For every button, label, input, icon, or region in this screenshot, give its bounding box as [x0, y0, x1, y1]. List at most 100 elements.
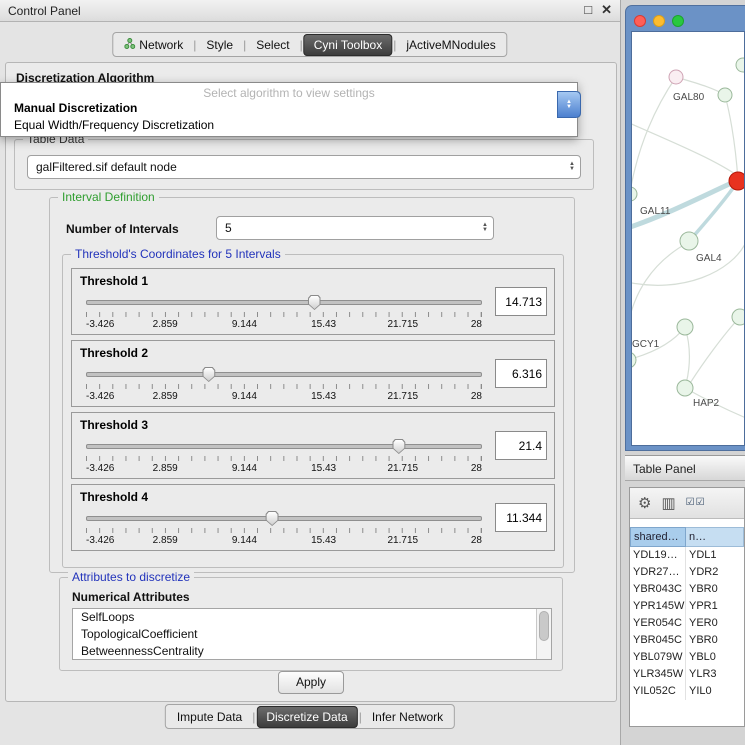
node[interactable] — [677, 319, 693, 335]
threshold-value-field[interactable]: 11.344 — [495, 503, 547, 532]
gear-icon[interactable]: ⚙ — [638, 496, 651, 511]
tab-select[interactable]: Select — [247, 35, 298, 55]
bottom-tab-bar: Impute Data|Discretize Data|Infer Networ… — [165, 704, 455, 729]
table-row[interactable]: YLR345WYLR3 — [630, 666, 744, 683]
node[interactable] — [632, 187, 637, 201]
number-of-intervals-combo[interactable]: 5 ▲ ▼ — [216, 216, 494, 240]
table-row[interactable]: YBR043CYBR0 — [630, 581, 744, 598]
attribute-item-selfloops[interactable]: SelfLoops — [73, 609, 551, 626]
scale-label: 21.715 — [388, 319, 419, 330]
zoom-traffic-icon[interactable] — [672, 15, 684, 27]
table-row[interactable]: YBR045CYBR0 — [630, 632, 744, 649]
cell-shared-name: YER054C — [630, 615, 686, 632]
node[interactable] — [732, 309, 745, 325]
top-tab-bar: Network|Style|Select|Cyni Toolbox|jActiv… — [112, 32, 507, 57]
titlebar[interactable]: Control Panel □ ✕ — [0, 0, 620, 22]
network-node-labels: GAL80 GAL11 GAL4 GCY1 HAP2 — [632, 92, 722, 409]
node-label: GAL11 — [640, 206, 671, 217]
minimize-traffic-icon[interactable] — [653, 15, 665, 27]
column-chooser-icon[interactable]: ▥ — [661, 496, 675, 511]
selected-node[interactable] — [729, 172, 745, 190]
numerical-attributes-label: Numerical Attributes — [72, 590, 190, 604]
scale-label: 28 — [471, 319, 482, 330]
network-canvas[interactable]: GAL80 GAL11 GAL4 GCY1 HAP2 — [631, 31, 745, 446]
cell-shared-name: YBL079W — [630, 649, 686, 666]
attributes-items: SelfLoopsTopologicalCoefficientBetweenne… — [73, 609, 551, 660]
bottom-tab-discretize-data[interactable]: Discretize Data — [256, 706, 357, 728]
select-columns-icon[interactable]: ☑☑ — [686, 498, 706, 508]
combo-dropdown-button[interactable]: ▲ ▼ — [557, 91, 581, 118]
table-row[interactable]: YDR27…YDR2 — [630, 564, 744, 581]
scale-label: 2.859 — [153, 535, 178, 546]
scale-label: -3.426 — [86, 535, 114, 546]
table-row[interactable]: YBL079WYBL0 — [630, 649, 744, 666]
dropdown-option-manual-discretization[interactable]: Manual Discretization — [1, 100, 577, 117]
close-traffic-icon[interactable] — [634, 15, 646, 27]
tab-jactivemnodules[interactable]: jActiveMNodules — [397, 35, 504, 55]
attribute-item-topologicalcoefficient[interactable]: TopologicalCoefficient — [73, 626, 551, 643]
node[interactable] — [718, 88, 732, 102]
table-row[interactable]: YIL052CYIL0 — [630, 683, 744, 700]
node[interactable] — [632, 352, 636, 368]
slider-track[interactable] — [86, 444, 482, 449]
slider-track[interactable] — [86, 516, 482, 521]
scrollbar-thumb[interactable] — [539, 611, 549, 641]
slider-thumb[interactable] — [308, 295, 321, 310]
table-row[interactable]: YER054CYER0 — [630, 615, 744, 632]
threshold-value-field[interactable]: 21.4 — [495, 431, 547, 460]
scrollbar[interactable] — [536, 609, 551, 659]
attributes-group: Attributes to discretize Numerical Attri… — [59, 577, 563, 671]
slider-thumb[interactable] — [392, 439, 405, 454]
attributes-listbox[interactable]: SelfLoopsTopologicalCoefficientBetweenne… — [72, 608, 552, 660]
table-row[interactable]: YDL19…YDL1 — [630, 547, 744, 564]
column-header-name[interactable]: n… — [686, 527, 744, 547]
tab-label: Discretize Data — [266, 710, 347, 724]
close-icon[interactable]: ✕ — [601, 2, 612, 18]
attribute-item-betweennesscentrality[interactable]: BetweennessCentrality — [73, 643, 551, 660]
slider-thumb[interactable] — [202, 367, 215, 382]
table-row[interactable]: YPR145WYPR1 — [630, 598, 744, 615]
combo-stepper-icon[interactable]: ▲ ▼ — [569, 162, 575, 172]
threshold-value-field[interactable]: 14.713 — [495, 287, 547, 316]
threshold-panel: Threshold 3 -3.4262.8599.14415.4321.7152… — [71, 412, 555, 479]
threshold-slider[interactable] — [86, 367, 482, 382]
threshold-slider[interactable] — [86, 295, 482, 310]
minimize-icon[interactable]: □ — [584, 2, 592, 18]
apply-button[interactable]: Apply — [278, 671, 344, 694]
tab-label: Infer Network — [372, 710, 443, 724]
tab-cyni-toolbox[interactable]: Cyni Toolbox — [304, 34, 392, 56]
number-of-intervals-label: Number of Intervals — [66, 222, 179, 236]
scale-label: 15.43 — [311, 391, 336, 402]
node[interactable] — [736, 58, 745, 72]
bottom-tab-infer-network[interactable]: Infer Network — [363, 707, 452, 727]
cell-shared-name: YPR145W — [630, 598, 686, 615]
slider-track[interactable] — [86, 300, 482, 305]
node[interactable] — [677, 380, 693, 396]
threshold-slider[interactable] — [86, 439, 482, 454]
slider-thumb[interactable] — [266, 511, 279, 526]
tab-label: Select — [256, 38, 289, 52]
thresholds-list: Threshold 1 -3.4262.8599.14415.4321.7152… — [71, 268, 555, 551]
interval-definition-group: Interval Definition Number of Intervals … — [49, 197, 575, 573]
window-traffic-lights — [634, 15, 684, 27]
tab-label: Network — [139, 38, 183, 52]
scale-label: 9.144 — [232, 463, 257, 474]
threshold-value-field[interactable]: 6.316 — [495, 359, 547, 388]
column-header-shared-name[interactable]: shared… — [630, 527, 686, 547]
combo-stepper-icon[interactable]: ▲ ▼ — [482, 223, 488, 233]
tab-style[interactable]: Style — [197, 35, 242, 55]
slider-scale-labels: -3.4262.8599.14415.4321.71528 — [86, 463, 482, 475]
tab-network[interactable]: Network — [115, 35, 192, 55]
slider-track[interactable] — [86, 372, 482, 377]
bottom-tab-impute-data[interactable]: Impute Data — [168, 707, 251, 727]
slider-tick-marks — [86, 528, 482, 533]
node[interactable] — [680, 232, 698, 250]
node[interactable] — [669, 70, 683, 84]
table-data-combo[interactable]: galFiltered.sif default node ▲ ▼ — [27, 155, 581, 179]
scale-label: 9.144 — [232, 319, 257, 330]
scale-label: 15.43 — [311, 535, 336, 546]
cyni-toolbox-panel: Discretization Algorithm ▲ ▼ Table Data … — [5, 62, 617, 702]
dropdown-option-equal-width-frequency-discretization[interactable]: Equal Width/Frequency Discretization — [1, 117, 577, 134]
arrow-down-icon: ▼ — [566, 105, 572, 110]
threshold-slider[interactable] — [86, 511, 482, 526]
